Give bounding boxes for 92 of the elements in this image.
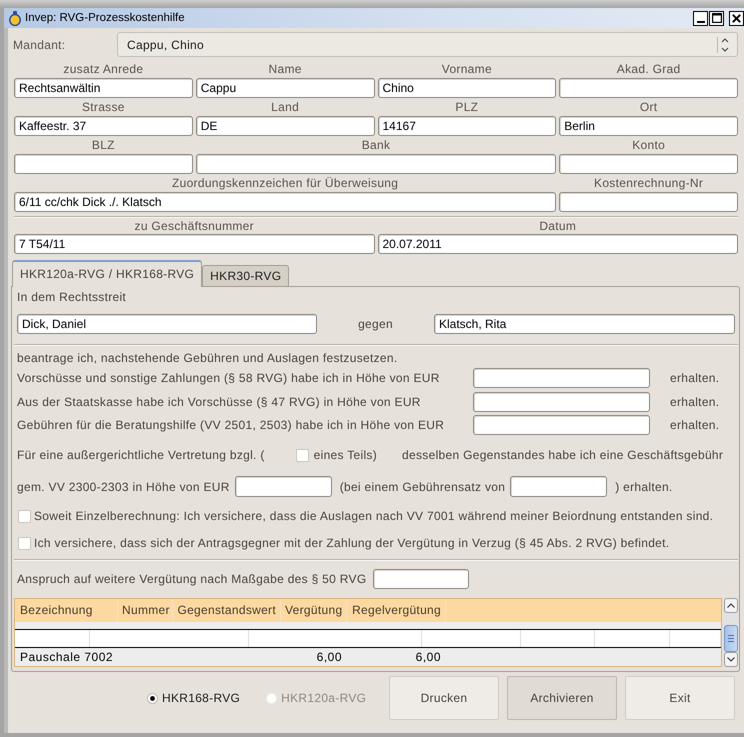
text-field[interactable]: 7 T54/11 bbox=[14, 234, 374, 254]
statement-text: Für eine außergerichtliche Vertretung bzgl. ( bbox=[17, 448, 265, 462]
field-label: Konto bbox=[631, 137, 666, 154]
field-label: PLZ bbox=[454, 99, 480, 116]
payment-label: Aus der Staatskasse habe ich Vorschüsse (§ 47 RVG) in Höhe von EUR bbox=[17, 394, 422, 408]
scroll-up-button[interactable] bbox=[724, 598, 738, 613]
text-field[interactable]: 20.07.2011 bbox=[378, 234, 738, 254]
text-field[interactable] bbox=[559, 78, 738, 98]
field-label: Strasse bbox=[80, 99, 126, 116]
table-cell-text: 6,00 bbox=[316, 649, 343, 666]
amount-field[interactable] bbox=[473, 368, 650, 388]
maximize-icon bbox=[712, 13, 722, 23]
section-heading: In dem Rechtsstreit bbox=[17, 290, 128, 304]
field-label: Kostenrechnung-Nr bbox=[593, 175, 704, 192]
amount-field[interactable] bbox=[473, 392, 650, 412]
checkbox[interactable] bbox=[296, 448, 309, 462]
amount-field[interactable] bbox=[234, 476, 332, 497]
statement-text: desselben Gegenstandes habe ich eine Geschäftsgebühr bbox=[402, 448, 724, 462]
field-label: Datum bbox=[538, 218, 578, 234]
tab[interactable]: HKR120a-RVG / HKR168-RVG bbox=[12, 260, 202, 287]
versus-label: gegen bbox=[357, 317, 394, 331]
text-field[interactable] bbox=[559, 192, 738, 212]
minimize-button[interactable] bbox=[693, 10, 708, 26]
field-label: Anspruch auf weitere Vergütung nach Maßgabe des § 50 RVG bbox=[17, 572, 366, 586]
action-button[interactable]: Drucken bbox=[389, 676, 499, 720]
column-header: Vergütung bbox=[281, 599, 347, 622]
field-label: Land bbox=[270, 99, 300, 116]
amount-field[interactable] bbox=[473, 415, 650, 435]
field-label: Zuordungskennzeichen für Überweisung bbox=[170, 175, 400, 192]
suffix-label: erhalten. bbox=[669, 371, 720, 385]
text-field[interactable]: Cappu bbox=[196, 78, 374, 98]
field-label: BLZ bbox=[90, 137, 116, 154]
checkbox-label: Ich versichere, dass sich der Antragsgegner mit der Zahlung der Vergütung in Verzug (§ 45 Abs. 2 RVG) befindet. bbox=[34, 536, 670, 550]
payment-label: Vorschüsse und sonstige Zahlungen (§ 58 RVG) habe ich in Höhe von EUR bbox=[17, 371, 441, 385]
text-field[interactable]: DE bbox=[196, 116, 374, 136]
payment-label: Gebühren für die Beratungshilfe (VV 2501, 2503) habe ich in Höhe von EUR bbox=[17, 418, 446, 432]
field-label: Ort bbox=[638, 99, 658, 116]
text-field[interactable]: Rechtsanwältin bbox=[14, 78, 193, 98]
checkbox-label: Soweit Einzelberechnung: Ich versichere, dass die Auslagen nach VV 7001 während meiner Beiordnung entstanden sind. bbox=[34, 509, 714, 523]
text-field[interactable]: Chino bbox=[378, 78, 556, 98]
scrollbar-thumb[interactable] bbox=[724, 625, 738, 652]
app-icon bbox=[9, 10, 21, 26]
checkbox[interactable] bbox=[18, 536, 31, 550]
field-label: Bank bbox=[360, 137, 392, 154]
field-label: Vorname bbox=[440, 61, 493, 78]
checkbox-label: eines Teils) bbox=[314, 448, 378, 462]
table-cell-text: Pauschale 7002 bbox=[19, 649, 114, 666]
scroll-down-button[interactable] bbox=[724, 652, 738, 667]
statement-text: (bei einem Gebührensatz von bbox=[340, 480, 506, 494]
rate-field[interactable] bbox=[510, 476, 608, 497]
field-label: zusatz Anrede bbox=[62, 61, 144, 78]
intro-text: beantrage ich, nachstehende Gebühren und Auslagen festzusetzen. bbox=[17, 351, 398, 365]
column-header: Bezeichnung bbox=[15, 599, 118, 622]
scrollbar[interactable] bbox=[724, 598, 738, 667]
close-icon bbox=[732, 14, 741, 22]
radio-icon[interactable] bbox=[147, 692, 158, 704]
text-field[interactable]: 14167 bbox=[378, 116, 556, 136]
maximize-button[interactable] bbox=[709, 10, 724, 26]
text-field[interactable]: Dick, Daniel bbox=[17, 314, 317, 334]
column-header: Nummer bbox=[118, 599, 173, 622]
field-label: zu Geschäftsnummer bbox=[134, 218, 255, 234]
table-cell-text: 6,00 bbox=[414, 649, 442, 666]
radio-option[interactable]: HKR168-RVG bbox=[147, 691, 240, 705]
checkbox[interactable] bbox=[18, 510, 31, 522]
field-label: Name bbox=[268, 61, 303, 78]
chevron-up-icon bbox=[727, 603, 735, 608]
text-field[interactable]: Klatsch, Rita bbox=[434, 314, 735, 334]
minimize-icon bbox=[696, 20, 704, 22]
text-field[interactable]: Kaffeestr. 37 bbox=[14, 116, 193, 136]
tab[interactable]: HKR30-RVG bbox=[202, 265, 290, 286]
statement-text: ) erhalten. bbox=[615, 480, 673, 494]
amount-field[interactable] bbox=[373, 569, 470, 589]
window-title: Invep: RVG-Prozesskostenhilfe bbox=[25, 12, 186, 24]
action-button[interactable]: Exit bbox=[625, 676, 735, 720]
text-field[interactable]: Berlin bbox=[559, 116, 738, 136]
suffix-label: erhalten. bbox=[669, 418, 720, 432]
client-dropdown[interactable]: Cappu, Chino bbox=[117, 32, 738, 57]
statement-text: gem. VV 2300-2303 in Höhe von EUR bbox=[17, 480, 230, 494]
field-label: Akad. Grad bbox=[616, 61, 682, 78]
column-header: Gegenstandswert bbox=[173, 599, 281, 622]
text-field[interactable] bbox=[14, 154, 193, 174]
suffix-label: erhalten. bbox=[669, 394, 720, 408]
field-label: Mandant: bbox=[13, 38, 66, 52]
text-field[interactable]: 6/11 cc/chk Dick ./. Klatsch bbox=[14, 192, 556, 212]
table-row[interactable] bbox=[15, 629, 721, 648]
chevron-down-icon bbox=[727, 657, 735, 662]
updown-chevron-icon bbox=[717, 36, 729, 52]
close-button[interactable] bbox=[729, 10, 744, 26]
column-header: Regelvergütung bbox=[347, 599, 446, 622]
action-button[interactable]: Archivieren bbox=[507, 676, 617, 720]
text-field[interactable] bbox=[559, 154, 738, 174]
text-field[interactable] bbox=[196, 154, 556, 174]
